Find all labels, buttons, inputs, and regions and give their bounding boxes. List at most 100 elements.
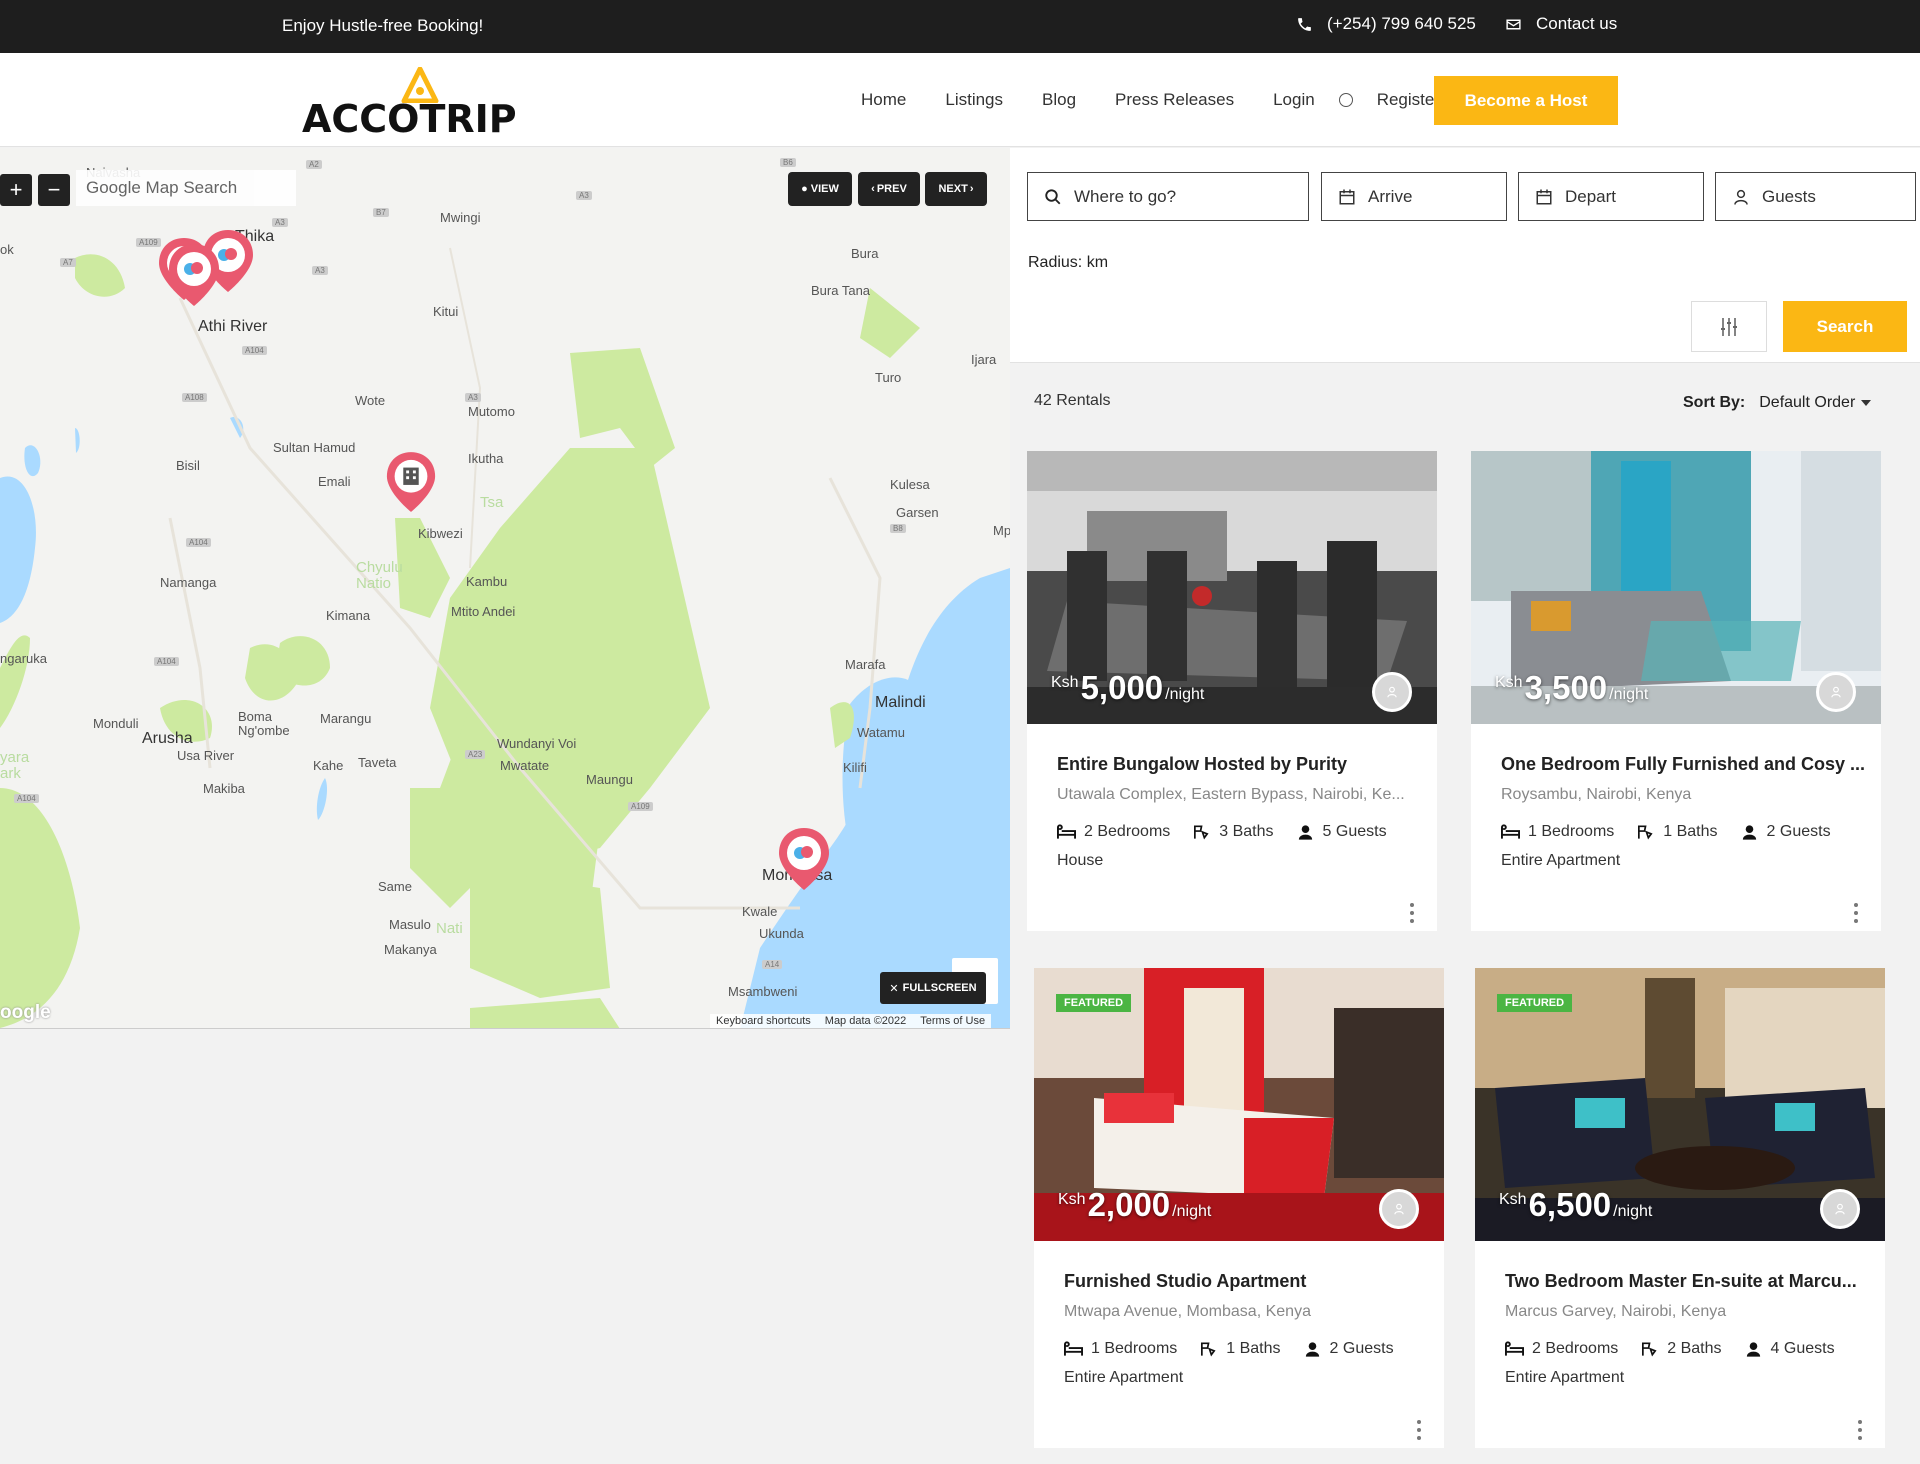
road-shield: A2 — [306, 160, 322, 169]
listing-type: Entire Apartment — [1505, 1369, 1625, 1386]
user-icon — [1831, 686, 1841, 698]
place-label: Ukunda — [759, 926, 804, 941]
price-currency: Ksh — [1051, 674, 1079, 691]
listing-card[interactable]: FEATURED Ksh 6,500 /night Two Bedroom Ma… — [1475, 968, 1885, 1448]
guests-count: 2 Guests — [1766, 823, 1831, 840]
map-view-button[interactable]: ● VIEW — [788, 172, 852, 206]
place-label: Emali — [318, 474, 351, 489]
place-label: Sultan Hamud — [273, 440, 356, 455]
envelope-icon — [1506, 19, 1521, 29]
become-host-button[interactable]: Become a Host — [1434, 76, 1618, 125]
host-avatar[interactable] — [1372, 672, 1412, 712]
radius-label: Radius: km — [1028, 254, 1109, 271]
host-avatar[interactable] — [1820, 1189, 1860, 1229]
place-label: ok — [0, 242, 14, 257]
filter-button[interactable] — [1691, 301, 1767, 352]
listing-type: Entire Apartment — [1064, 1369, 1184, 1386]
fullscreen-label: FULLSCREEN — [902, 982, 977, 994]
top-bar: Enjoy Hustle-free Booking! (+254) 799 64… — [0, 0, 1920, 53]
keyboard-shortcuts-link[interactable]: Keyboard shortcuts — [716, 1015, 811, 1027]
map-marker-icon[interactable] — [776, 826, 832, 894]
building-marker-icon[interactable] — [384, 450, 438, 516]
listing-type: House — [1057, 852, 1104, 869]
expand-icon: ✕ — [889, 982, 899, 995]
search-button[interactable]: Search — [1783, 301, 1907, 352]
map-marker-icon[interactable] — [166, 242, 222, 310]
guests-count: 5 Guests — [1322, 823, 1387, 840]
place-label: Kibwezi — [418, 526, 463, 541]
place-label: Same — [378, 879, 412, 894]
arrive-input[interactable]: Arrive — [1321, 172, 1507, 221]
price-period: /night — [1613, 1203, 1653, 1220]
listing-card[interactable]: Ksh 3,500 /night One Bedroom Fully Furni… — [1471, 451, 1881, 931]
map-next-button[interactable]: NEXT › — [925, 172, 987, 206]
place-label: Namanga — [160, 575, 217, 590]
user-icon — [1742, 825, 1756, 840]
baths-count: 2 Baths — [1667, 1340, 1722, 1357]
listing-card[interactable]: Ksh 5,000 /night Entire Bungalow Hosted … — [1027, 451, 1437, 931]
bath-icon — [1642, 1342, 1657, 1357]
place-label: Kambu — [466, 574, 508, 589]
sort-select[interactable]: Default Order — [1759, 394, 1872, 412]
globe-icon: ● — [801, 183, 808, 195]
more-options-icon[interactable] — [1858, 1420, 1864, 1440]
caret-down-icon — [1861, 400, 1872, 406]
more-options-icon[interactable] — [1410, 903, 1416, 923]
road-shield: A3 — [312, 266, 328, 275]
depart-input[interactable]: Depart — [1518, 172, 1704, 221]
user-icon — [1746, 1342, 1760, 1357]
place-label: Kahe — [313, 758, 344, 773]
contact-label: Contact us — [1536, 14, 1618, 33]
bed-icon — [1505, 1341, 1524, 1356]
place-label: Malindi — [875, 694, 926, 711]
place-label: Mp — [993, 523, 1010, 538]
zoom-out-button[interactable]: − — [38, 174, 70, 206]
main-nav: Home Listings Blog Press Releases Login … — [861, 90, 1440, 110]
results-count: 42 Rentals — [1034, 392, 1111, 409]
nav-press-releases[interactable]: Press Releases — [1115, 90, 1234, 110]
price-currency: Ksh — [1058, 1191, 1086, 1208]
listing-title[interactable]: Furnished Studio Apartment — [1064, 1271, 1306, 1292]
phone-link[interactable]: (+254) 799 640 525 — [1296, 14, 1476, 34]
map-view[interactable]: Naivasha Thika Mwingi Athi River Kitui W… — [0, 148, 1010, 1029]
place-label: Kwale — [742, 904, 778, 919]
place-label: yara ark — [0, 749, 30, 782]
bedrooms-count: 2 Bedrooms — [1532, 1340, 1619, 1357]
place-label: Makanya — [384, 942, 437, 957]
listing-card[interactable]: FEATURED Ksh 2,000 /night Furnished Stud… — [1034, 968, 1444, 1448]
place-label: Ikutha — [468, 451, 504, 466]
host-avatar[interactable] — [1379, 1189, 1419, 1229]
listing-title[interactable]: Two Bedroom Master En-suite at Marcu... — [1505, 1271, 1857, 1292]
site-logo[interactable]: ACCOTRIP — [302, 67, 522, 141]
baths-count: 1 Baths — [1663, 823, 1718, 840]
guests-input[interactable]: Guests — [1715, 172, 1916, 221]
listing-address: Roysambu, Nairobi, Kenya — [1501, 786, 1692, 803]
phone-icon — [1298, 17, 1311, 31]
terms-link[interactable]: Terms of Use — [920, 1015, 985, 1027]
listing-title[interactable]: One Bedroom Fully Furnished and Cosy ... — [1501, 754, 1865, 775]
listing-title[interactable]: Entire Bungalow Hosted by Purity — [1057, 754, 1347, 775]
fullscreen-button[interactable]: ✕ FULLSCREEN — [880, 972, 986, 1004]
nav-blog[interactable]: Blog — [1042, 90, 1076, 110]
nav-listings[interactable]: Listings — [945, 90, 1003, 110]
map-next-label: NEXT — [938, 183, 968, 195]
place-label: Garsen — [896, 505, 939, 520]
more-options-icon[interactable] — [1417, 1420, 1423, 1440]
road-shield: A23 — [465, 750, 486, 759]
map-search-input[interactable]: Google Map Search — [76, 170, 296, 206]
where-input[interactable]: Where to go? — [1027, 172, 1309, 221]
guests-placeholder: Guests — [1762, 186, 1816, 206]
zoom-in-button[interactable]: + — [0, 174, 32, 206]
google-logo: oogle — [0, 1002, 51, 1023]
host-avatar[interactable] — [1816, 672, 1856, 712]
contact-link[interactable]: Contact us — [1505, 14, 1617, 34]
register-link[interactable]: Register — [1377, 90, 1440, 110]
user-icon — [1305, 1342, 1319, 1357]
sliders-icon — [1721, 317, 1737, 336]
map-prev-button[interactable]: ‹ PREV — [858, 172, 920, 206]
more-options-icon[interactable] — [1854, 903, 1860, 923]
listing-price: Ksh 6,500 /night — [1499, 1186, 1652, 1224]
nav-home[interactable]: Home — [861, 90, 906, 110]
road-shield: A104 — [154, 657, 179, 666]
login-link[interactable]: Login — [1273, 90, 1315, 110]
